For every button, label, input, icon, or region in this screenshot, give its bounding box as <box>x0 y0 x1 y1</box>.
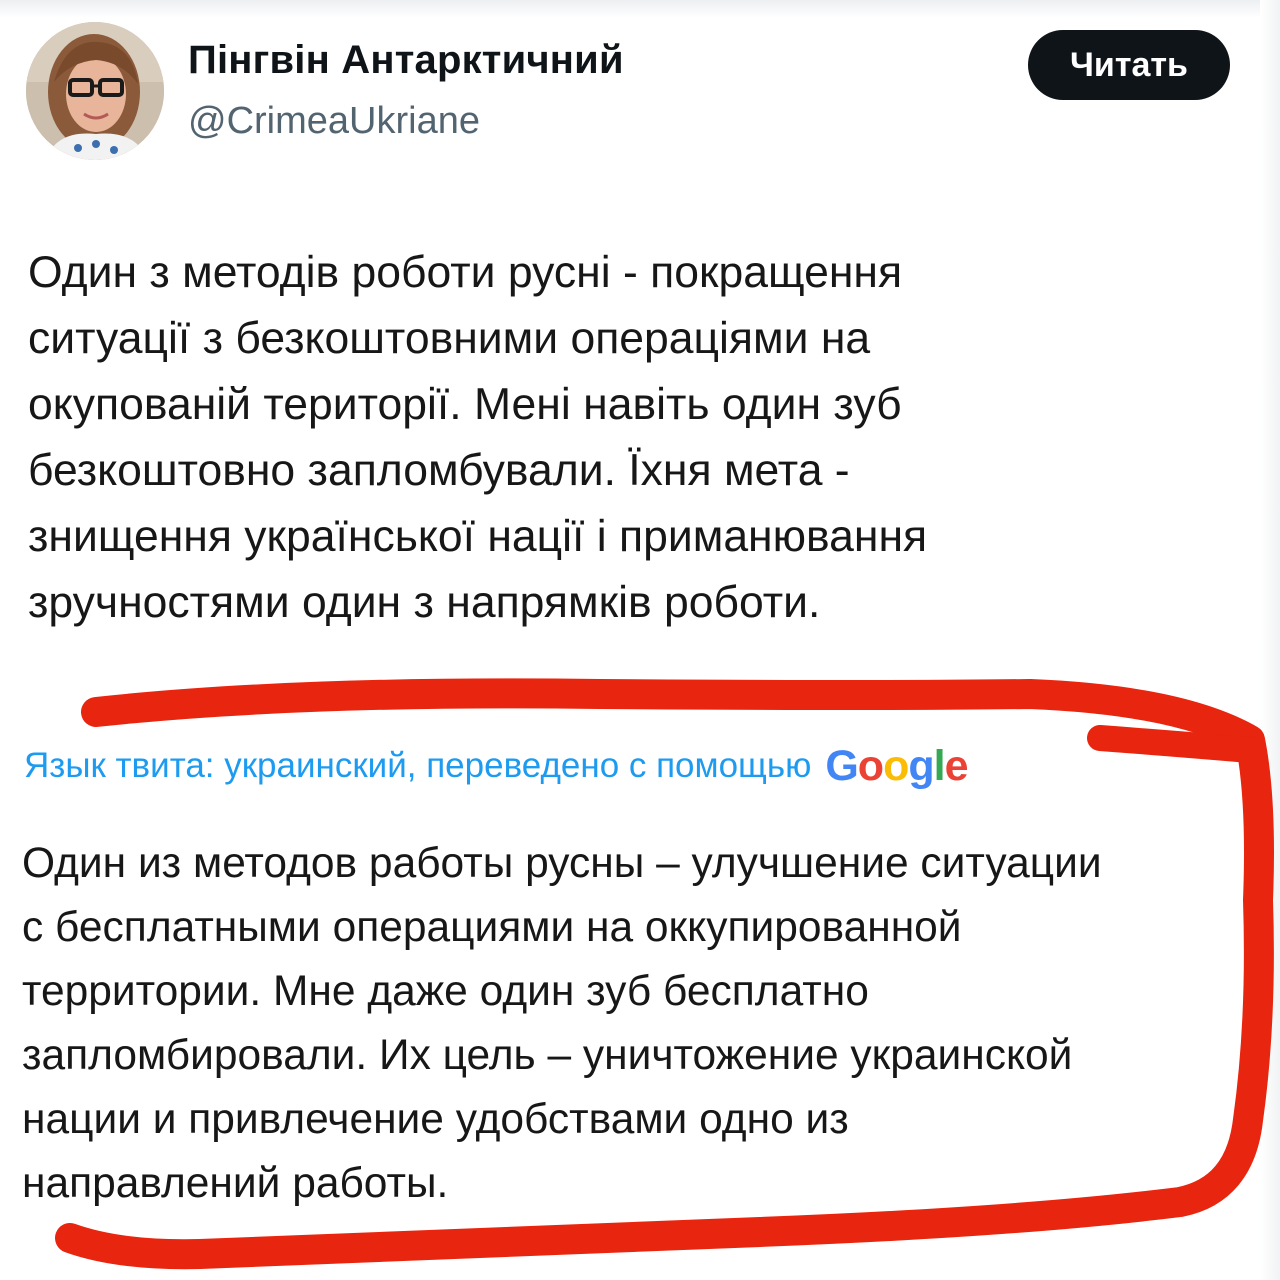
translation-notice-link[interactable]: Язык твита: украинский, переведено с пом… <box>24 746 811 786</box>
author-avatar[interactable] <box>26 22 164 160</box>
author-handle[interactable]: @CrimeaUkriane <box>188 100 480 143</box>
author-display-name[interactable]: Пінгвін Антарктичний <box>188 38 624 83</box>
translation-notice: Язык твита: украинский, переведено с пом… <box>24 740 969 792</box>
right-edge-shadow <box>1260 0 1280 1280</box>
top-edge-shadow <box>0 0 1280 18</box>
avatar-photo-icon <box>26 22 164 160</box>
follow-button[interactable]: Читать <box>1028 30 1230 100</box>
google-logo: Google <box>825 741 968 790</box>
translated-tweet-text: Один из методов работы русны – улучшение… <box>22 840 1102 1207</box>
tweet-text: Один з методів роботи русні - покращення… <box>28 248 928 627</box>
